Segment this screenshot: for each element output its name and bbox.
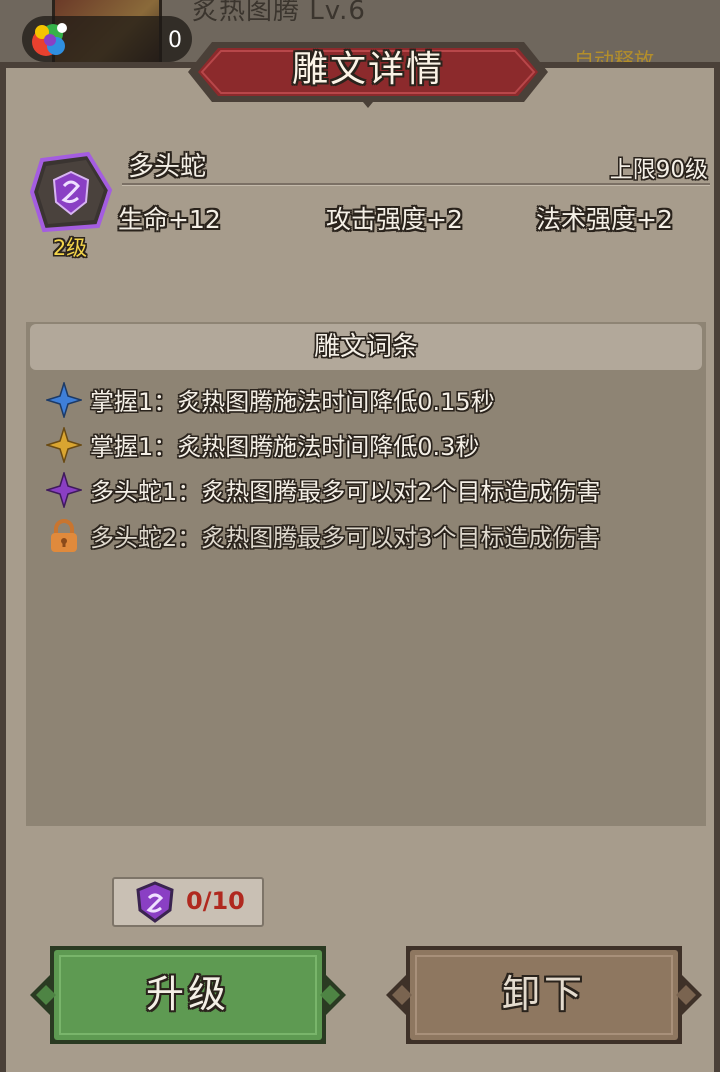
dialog-title: 雕文详情: [291, 49, 444, 90]
panel-border-left: [0, 62, 6, 1072]
entry-text: 掌握1：炙热图腾施法时间降低0.15秒: [90, 388, 495, 416]
stat-attack-power: 攻击强度+2: [326, 205, 463, 234]
hydra-glyph-shard-icon: [136, 881, 174, 923]
game-logo-icon: [32, 23, 67, 56]
entry-text: 掌握1：炙热图腾施法时间降低0.3秒: [90, 433, 480, 461]
glyph-level-cap: 上限90级: [609, 157, 708, 183]
gold-star-icon: [46, 427, 82, 463]
upgrade-button-label: 升级: [145, 972, 230, 1016]
glyph-name: 多头蛇: [128, 152, 207, 182]
list-item: 多头蛇2：炙热图腾最多可以对3个目标造成伤害: [46, 516, 706, 556]
stat-spell-power: 法术强度+2: [536, 205, 673, 234]
entry-text: 多头蛇2：炙热图腾最多可以对3个目标造成伤害: [90, 524, 601, 552]
purple-star-icon: [46, 472, 82, 508]
blue-star-icon: [46, 382, 82, 418]
glyph-entries-header: 雕文词条: [30, 324, 702, 370]
unequip-button-label: 卸下: [501, 972, 586, 1016]
list-item: 掌握1：炙热图腾施法时间降低0.3秒: [46, 425, 706, 465]
list-item: 多头蛇1：炙热图腾最多可以对2个目标造成伤害: [46, 470, 706, 510]
panel-border-right: [714, 62, 720, 1072]
entry-text: 多头蛇1：炙热图腾最多可以对2个目标造成伤害: [90, 478, 601, 506]
currency-value: 0: [168, 28, 182, 53]
upgrade-button[interactable]: 升级: [30, 942, 346, 1048]
stat-health: 生命+12: [118, 205, 221, 234]
list-item: 掌握1：炙热图腾施法时间降低0.15秒: [46, 380, 706, 420]
glyph-level: 2级: [52, 236, 88, 260]
glyph-divider: [122, 183, 710, 186]
background-skill-name: 炙热图腾 Lv.6: [192, 0, 366, 26]
hydra-glyph-icon: [29, 151, 113, 233]
upgrade-cost: 0/10: [186, 887, 245, 915]
unequip-button[interactable]: 卸下: [386, 942, 702, 1048]
lock-icon: [51, 519, 77, 552]
